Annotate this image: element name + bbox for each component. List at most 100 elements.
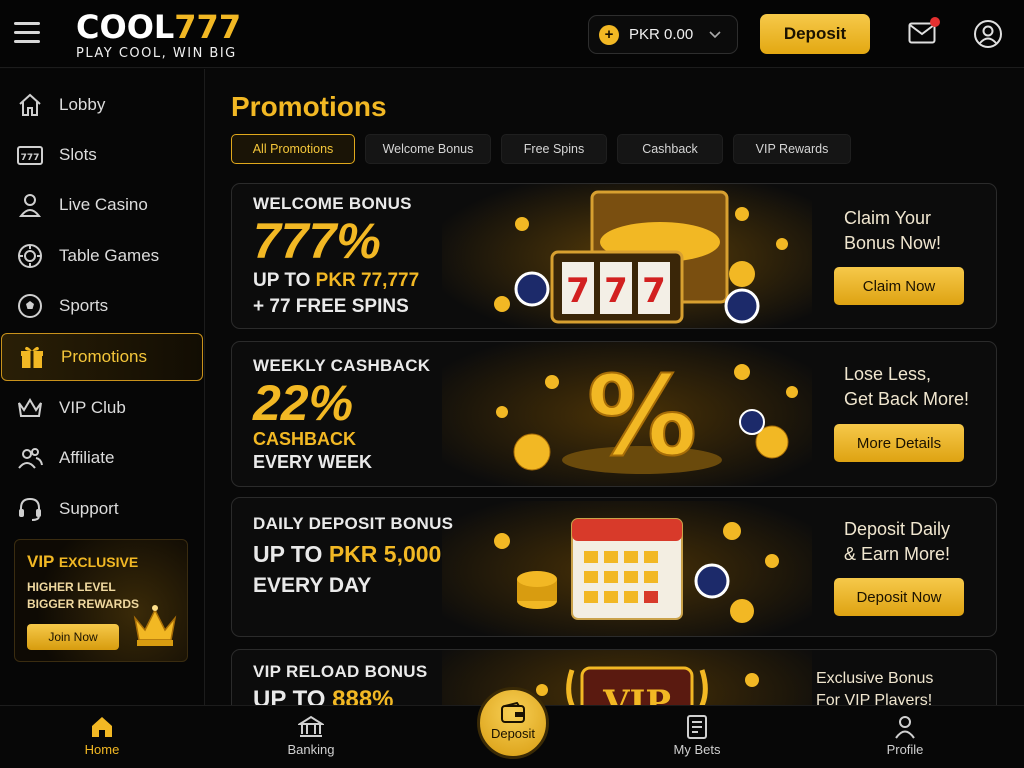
slot-777-icon: 777 [17, 146, 43, 165]
tab-cashback[interactable]: Cashback [617, 134, 723, 164]
svg-text:7: 7 [642, 271, 666, 311]
tab-welcome-bonus[interactable]: Welcome Bonus [365, 134, 491, 164]
sidebar-item-live-casino[interactable]: Live Casino [0, 181, 204, 229]
headset-icon [19, 497, 41, 521]
treasure-chest-slot-illustration: 7 7 7 [442, 184, 812, 328]
bottom-nav-home[interactable]: Home [52, 714, 152, 757]
bottom-nav-deposit[interactable]: Deposit [477, 687, 549, 759]
svg-text:%: % [587, 352, 697, 480]
bottom-nav-label: Profile [886, 742, 924, 757]
dealer-icon [18, 194, 42, 217]
promo-card-daily-deposit[interactable]: DAILY DEPOSIT BONUS UP TO PKR 5,000 EVER… [231, 497, 997, 637]
promo-heading: WELCOME BONUS [253, 194, 412, 213]
bet-slip-icon [687, 715, 707, 739]
percent-coins-illustration: % [442, 342, 812, 486]
balance-value: PKR 0.00 [629, 26, 694, 43]
sidebar-item-sports[interactable]: Sports [0, 282, 204, 330]
main-content: Promotions All Promotions Welcome Bonus … [206, 69, 1024, 705]
sidebar-item-vip-club[interactable]: VIP Club [0, 384, 204, 432]
account-icon[interactable] [973, 19, 1003, 49]
soccer-ball-icon [18, 294, 42, 318]
promo-line: EVERY WEEK [253, 452, 373, 472]
sidebar-item-slots[interactable]: 777 Slots [0, 131, 204, 179]
sidebar-item-lobby[interactable]: Lobby [0, 81, 204, 129]
bottom-nav-label: Deposit [490, 726, 536, 741]
promo-cta-text: Deposit Daily & Earn More! [844, 519, 951, 564]
promo-big-value: 22% [253, 375, 354, 431]
logo[interactable]: COOL777 PLAY COOL, WIN BIG [76, 10, 241, 61]
home-icon [92, 717, 112, 737]
coin-plus-icon: + [599, 24, 619, 45]
tab-vip-rewards[interactable]: VIP Rewards [733, 134, 851, 164]
vip-card-title: VIP EXCLUSIVE [27, 552, 139, 571]
sidebar-item-label: Sports [59, 296, 109, 315]
sidebar-item-table-games[interactable]: Table Games [0, 232, 204, 280]
promo-card-vip-reload[interactable]: VIP VIP RELOAD BONUS UP TO 888% Exclusiv… [231, 649, 997, 705]
page-title: Promotions [231, 91, 387, 122]
sidebar-item-label: Lobby [59, 95, 106, 114]
sidebar-item-support[interactable]: Support [0, 485, 204, 533]
sidebar: Lobby 777 Slots Live Casino Table Games … [0, 69, 205, 705]
sidebar-item-promotions[interactable]: Promotions [1, 333, 203, 381]
promo-line: CASHBACK [253, 429, 356, 449]
sidebar-item-affiliate[interactable]: Affiliate [0, 434, 204, 482]
sidebar-item-label: Slots [59, 145, 97, 164]
bottom-nav-label: My Bets [673, 742, 721, 757]
promo-big-value: 777% [253, 213, 381, 269]
calendar-coins-illustration [442, 501, 812, 636]
chevron-down-icon [709, 30, 721, 38]
sidebar-item-label: Table Games [59, 246, 160, 265]
hamburger-menu-icon[interactable] [14, 22, 40, 44]
promo-line: UP TO 888% [253, 686, 394, 705]
svg-text:7: 7 [604, 271, 628, 311]
sidebar-item-label: Promotions [61, 347, 147, 366]
sidebar-item-label: Support [59, 499, 119, 518]
promo-heading: DAILY DEPOSIT BONUS [253, 514, 454, 533]
logo-tagline: PLAY COOL, WIN BIG [76, 46, 237, 61]
promo-cta-text: Exclusive Bonus For VIP Players! [816, 670, 934, 705]
vip-card-line: BIGGER REWARDS [27, 597, 140, 611]
bottom-nav-my-bets[interactable]: My Bets [647, 714, 747, 757]
wallet-icon [501, 702, 525, 723]
top-header: COOL777 PLAY COOL, WIN BIG + PKR 0.00 De… [0, 0, 1024, 68]
svg-text:7: 7 [566, 271, 590, 311]
bottom-nav-label: Home [84, 742, 120, 757]
gold-crown-icon [133, 605, 177, 646]
promo-cta-text: Claim Your Bonus Now! [844, 208, 942, 253]
promo-cta-text: Lose Less, Get Back More! [844, 364, 970, 409]
profile-icon [895, 716, 915, 739]
users-icon [18, 448, 43, 469]
bank-icon [298, 715, 324, 737]
chip-icon [18, 244, 42, 268]
deposit-now-button[interactable]: Deposit Now [834, 578, 964, 616]
sidebar-item-label: VIP Club [59, 398, 126, 417]
promo-line: UP TO PKR 77,777 [253, 270, 420, 291]
promo-card-welcome-bonus[interactable]: 7 7 7 WELCOME BONUS 777% UP TO PKR 77,77… [231, 183, 997, 329]
casino-app: COOL777 PLAY COOL, WIN BIG + PKR 0.00 De… [0, 0, 1024, 768]
sidebar-item-label: Live Casino [59, 195, 148, 214]
notification-dot [930, 17, 940, 27]
bottom-nav-profile[interactable]: Profile [855, 714, 955, 757]
balance-selector[interactable]: + PKR 0.00 [588, 15, 738, 54]
promo-heading: WEEKLY CASHBACK [253, 356, 431, 375]
sidebar-item-label: Affiliate [59, 448, 115, 467]
promo-line: EVERY DAY [253, 574, 372, 597]
tab-free-spins[interactable]: Free Spins [501, 134, 607, 164]
promo-line: + 77 FREE SPINS [253, 296, 409, 317]
logo-text: COOL [76, 8, 175, 46]
promo-card-weekly-cashback[interactable]: % WEEKLY CASHBACK 22% CASHBACK EVERY WEE… [231, 341, 997, 487]
join-now-button[interactable]: Join Now [27, 624, 119, 650]
home-icon [19, 93, 41, 116]
claim-now-button[interactable]: Claim Now [834, 267, 964, 305]
crown-icon [18, 398, 42, 417]
more-details-button[interactable]: More Details [834, 424, 964, 462]
logo-number: 777 [174, 8, 242, 46]
promo-line: UP TO PKR 5,000 [253, 541, 442, 567]
tab-all-promotions[interactable]: All Promotions [231, 134, 355, 164]
bottom-nav-label: Banking [287, 742, 335, 757]
bottom-nav-banking[interactable]: Banking [261, 714, 361, 757]
vip-exclusive-card[interactable]: VIP EXCLUSIVE HIGHER LEVEL BIGGER REWARD… [14, 539, 188, 662]
gift-icon [21, 346, 43, 368]
header-deposit-button[interactable]: Deposit [760, 14, 870, 54]
svg-text:VIP: VIP [602, 683, 671, 705]
